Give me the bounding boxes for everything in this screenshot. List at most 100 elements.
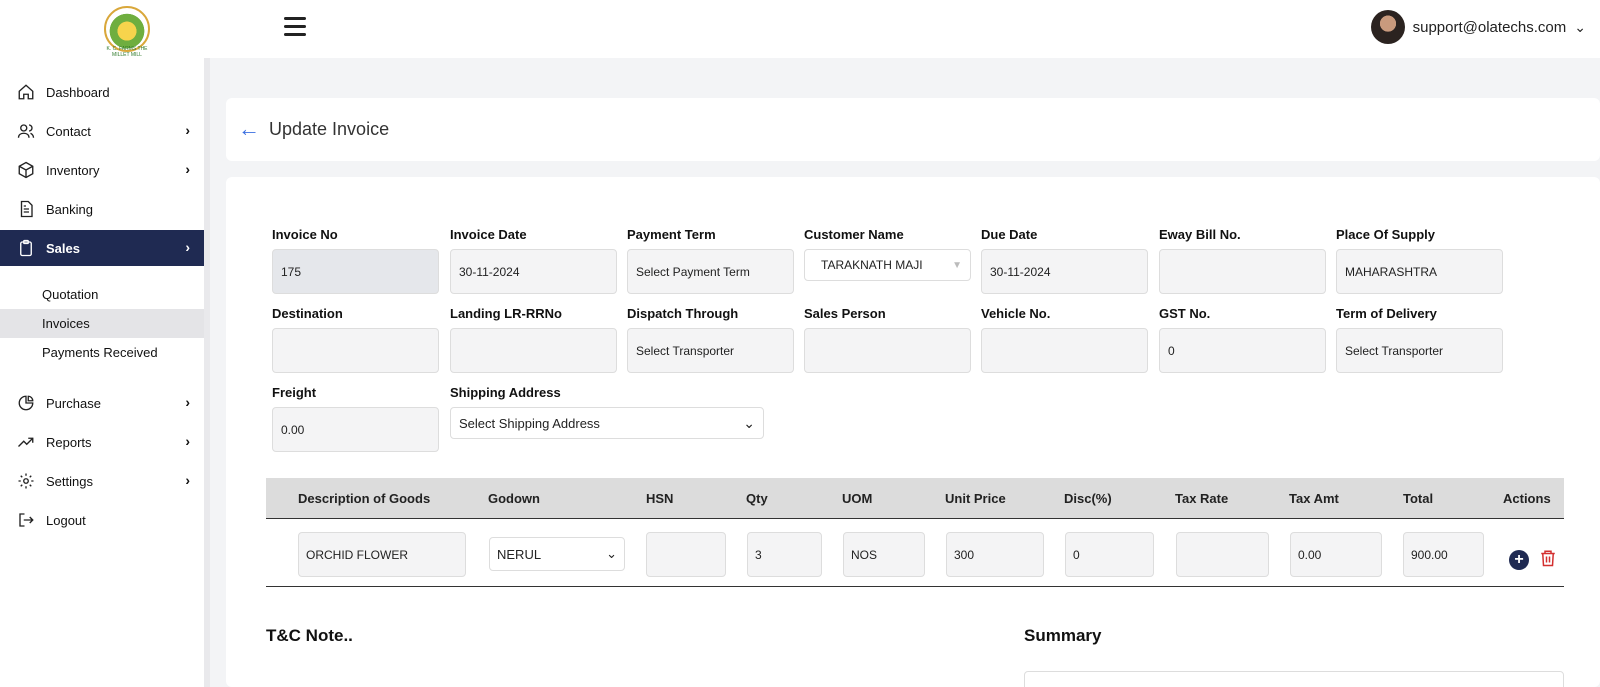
sidebar-item-reports[interactable]: Reports › (0, 424, 204, 460)
trash-icon[interactable] (1539, 548, 1557, 573)
sidebar-item-banking[interactable]: Banking (0, 191, 204, 227)
sidebar-item-label: Reports (46, 434, 92, 450)
brand-logo-text: K. C. FARMS THE MILLET MILL (106, 46, 148, 58)
invoice-date-field: Invoice Date 30-11-2024 (450, 227, 617, 294)
field-label: Customer Name (804, 227, 904, 242)
chevron-right-icon: › (185, 433, 190, 449)
top-bar: K. C. FARMS THE MILLET MILL support@olat… (0, 0, 1600, 58)
col-qty: Qty (746, 491, 768, 506)
due-date-input[interactable]: 30-11-2024 (981, 249, 1148, 294)
disc-input[interactable]: 0 (1065, 532, 1154, 577)
file-icon (16, 199, 36, 219)
sidebar-item-label: Inventory (46, 162, 100, 178)
sidebar-item-dashboard[interactable]: Dashboard (0, 74, 204, 110)
gst-no-input[interactable]: 0 (1159, 328, 1326, 373)
sidebar-item-label: Banking (46, 201, 93, 217)
shipping-address-field: Shipping Address Select Shipping Address… (450, 385, 764, 439)
field-label: Term of Delivery (1336, 306, 1437, 321)
chevron-down-icon: ⌄ (606, 546, 617, 561)
landing-lr-input[interactable] (450, 328, 617, 373)
home-icon (16, 82, 36, 102)
sidebar-item-sales[interactable]: Sales › (0, 230, 204, 266)
qty-input[interactable]: 3 (747, 532, 822, 577)
shipping-address-select[interactable]: Select Shipping Address ⌄ (450, 407, 764, 439)
dispatch-through-select[interactable]: Select Transporter (627, 328, 794, 373)
chevron-down-icon: ⌄ (743, 414, 755, 431)
sidebar-subitem-payments-received[interactable]: Payments Received (0, 338, 204, 367)
gear-icon (16, 471, 36, 491)
pie-chart-icon (16, 393, 36, 413)
chevron-right-icon: › (185, 161, 190, 177)
sidebar-subitem-invoices[interactable]: Invoices (0, 309, 204, 338)
field-label: Freight (272, 385, 317, 400)
col-tax-rate: Tax Rate (1175, 491, 1229, 506)
tc-note-label: T&C Note.. (266, 626, 353, 645)
sales-person-input[interactable] (804, 328, 971, 373)
freight-input[interactable]: 0.00 (272, 407, 439, 452)
field-label: Dispatch Through (627, 306, 739, 321)
col-uom: UOM (842, 491, 873, 506)
uom-input[interactable]: NOS (843, 532, 925, 577)
back-arrow-icon[interactable]: ← (238, 116, 260, 142)
col-total: Total (1403, 491, 1434, 506)
caret-down-icon: ▼ (952, 259, 962, 271)
users-icon (16, 121, 36, 141)
sidebar-subitem-quotation[interactable]: Quotation (0, 280, 204, 309)
col-godown: Godown (488, 491, 540, 506)
destination-input[interactable] (272, 328, 439, 373)
add-row-icon[interactable]: + (1509, 550, 1529, 570)
customer-name-value: TARAKNATH MAJI (821, 258, 923, 272)
due-date-field: Due Date 30-11-2024 (981, 227, 1148, 294)
field-label: Payment Term (627, 227, 716, 242)
eway-bill-field: Eway Bill No. (1159, 227, 1326, 294)
unit-price-input[interactable]: 300 (946, 532, 1044, 577)
customer-name-field: Customer Name TARAKNATH MAJI ▼ (804, 227, 971, 281)
tax-amt-input: 0.00 (1290, 532, 1382, 577)
gst-no-field: GST No. 0 (1159, 306, 1326, 373)
sidebar: Dashboard Contact › Inventory › Banking … (0, 58, 210, 687)
chevron-right-icon: › (185, 122, 190, 138)
field-label: Destination (272, 306, 343, 321)
freight-field: Freight 0.00 (272, 385, 439, 452)
vehicle-no-field: Vehicle No. (981, 306, 1148, 373)
sidebar-item-settings[interactable]: Settings › (0, 463, 204, 499)
customer-name-select[interactable]: TARAKNATH MAJI ▼ (804, 249, 971, 281)
chevron-right-icon: › (185, 239, 190, 255)
sidebar-item-inventory[interactable]: Inventory › (0, 152, 204, 188)
user-email: support@olatechs.com (1412, 18, 1567, 36)
field-label: Due Date (981, 227, 1038, 242)
sidebar-item-label: Contact (46, 123, 91, 139)
term-of-delivery-select[interactable]: Select Transporter (1336, 328, 1503, 373)
menu-toggle-icon[interactable] (284, 17, 306, 37)
payment-term-select[interactable]: Select Payment Term (627, 249, 794, 294)
invoice-no-input: 175 (272, 249, 439, 294)
user-menu[interactable]: support@olatechs.com ⌄ (1370, 10, 1586, 44)
description-input[interactable]: ORCHID FLOWER (298, 532, 466, 577)
col-actions: Actions (1503, 491, 1551, 506)
shipping-address-value: Select Shipping Address (459, 415, 600, 431)
destination-field: Destination (272, 306, 439, 373)
sidebar-item-contact[interactable]: Contact › (0, 113, 204, 149)
payment-term-field: Payment Term Select Payment Term (627, 227, 794, 294)
hsn-input[interactable] (646, 532, 726, 577)
table-row: ORCHID FLOWER NERUL ⌄ 3 NOS 300 0 0.00 9… (266, 519, 1564, 587)
dispatch-through-field: Dispatch Through Select Transporter (627, 306, 794, 373)
sidebar-item-purchase[interactable]: Purchase › (0, 385, 204, 421)
invoice-date-input[interactable]: 30-11-2024 (450, 249, 617, 294)
godown-select[interactable]: NERUL ⌄ (489, 537, 625, 571)
place-of-supply-input[interactable]: MAHARASHTRA (1336, 249, 1503, 294)
col-description: Description of Goods (298, 491, 431, 506)
godown-value: NERUL (497, 546, 542, 562)
avatar (1370, 10, 1405, 44)
summary-title: Summary (1024, 626, 1102, 645)
items-table-header: Description of Goods Godown HSN Qty UOM … (266, 478, 1564, 519)
field-label: Invoice No (272, 227, 338, 242)
tax-rate-input[interactable] (1176, 532, 1269, 577)
logout-icon (16, 510, 36, 530)
sidebar-item-logout[interactable]: Logout (0, 502, 204, 538)
eway-bill-input[interactable] (1159, 249, 1326, 294)
col-tax-amt: Tax Amt (1289, 491, 1339, 506)
sidebar-item-label: Purchase (46, 395, 101, 411)
chevron-right-icon: › (185, 394, 190, 410)
vehicle-no-input[interactable] (981, 328, 1148, 373)
